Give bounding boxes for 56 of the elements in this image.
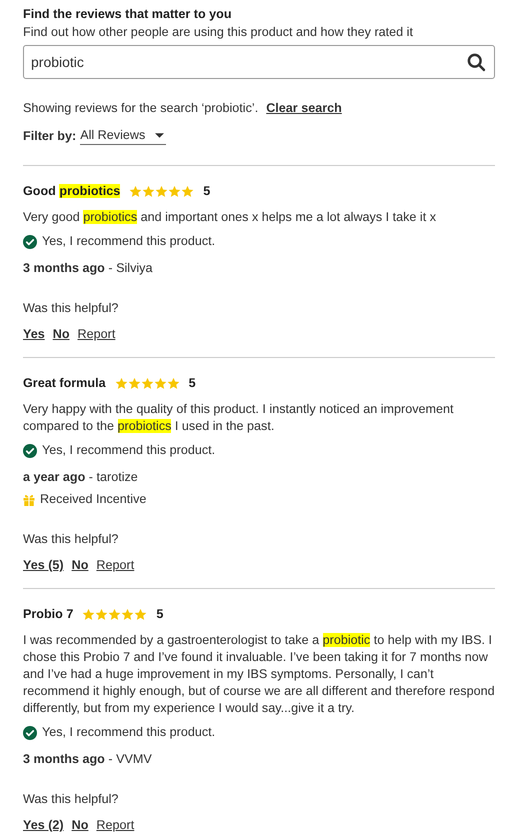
- star-icon: [154, 376, 167, 390]
- review-text: I was recommended by a gastroenterologist to take a probiotic to help with my IBS. I chose this Probio 7 and I’ve found it invaluable. I’ve been taking it for 7 months now and I’ve had a huge improvement in my IBS symptoms. Personally, I can’t recommend it highly enough, but of course we are all different and therefore respond differently, but from my experience I would say...give it a try.: [23, 632, 495, 717]
- helpful-prompt: Was this helpful?: [23, 791, 120, 808]
- gift-icon: [23, 494, 35, 506]
- star-icon: [155, 184, 168, 198]
- check-circle-icon: [23, 444, 37, 458]
- vote-link[interactable]: No: [72, 557, 88, 574]
- review-text: Very happy with the quality of this product. I instantly noticed an improvement compared to the probiotics I used in the past.: [23, 401, 455, 435]
- star-icon: [108, 608, 122, 620]
- star-icon: [82, 608, 96, 620]
- review-title: Probio 7: [23, 606, 74, 623]
- section-heading: Find the reviews that matter to you: [23, 6, 233, 23]
- helpful-prompt: Was this helpful?: [23, 531, 120, 548]
- star-icon: [168, 184, 182, 198]
- recommend-text: Yes, I recommend this product.: [42, 724, 216, 741]
- vote-link[interactable]: Yes (2): [23, 817, 64, 834]
- search-status-text: Showing reviews for the search ‘probiotic’.: [23, 100, 258, 117]
- report-link[interactable]: Report: [78, 326, 116, 343]
- star-icon: [181, 184, 194, 198]
- recommend-text: Yes, I recommend this product.: [42, 442, 216, 459]
- vote-link[interactable]: No: [52, 326, 70, 343]
- rating-value: 5: [203, 184, 210, 198]
- star-icon: [95, 608, 108, 620]
- vote-link[interactable]: No: [72, 817, 88, 834]
- filter-dropdown[interactable]: All Reviews: [80, 127, 166, 145]
- check-circle-icon: [23, 234, 37, 248]
- check-circle-icon: [23, 726, 37, 740]
- review-meta: 3 months ago - Silviya: [23, 260, 154, 277]
- star-icon: [134, 608, 148, 620]
- section-subtitle: Find out how other people are using this product and how they rated it: [23, 24, 414, 41]
- star-icon: [129, 184, 142, 198]
- star-icon: [142, 184, 156, 198]
- star-icon: [128, 376, 141, 390]
- search-icon[interactable]: [466, 52, 486, 72]
- clear-search-link[interactable]: Clear search: [266, 100, 342, 117]
- star-icon: [121, 608, 134, 620]
- review-title: Great formula: [23, 375, 106, 392]
- review-meta: a year ago - tarotize: [23, 469, 139, 486]
- vote-link[interactable]: Yes (5): [23, 557, 64, 574]
- review-meta: 3 months ago - VVMV: [23, 751, 153, 768]
- rating-value: 5: [156, 607, 164, 621]
- report-link[interactable]: Report: [96, 557, 134, 574]
- caret-icon: [155, 133, 164, 138]
- rating-value: 5: [188, 376, 196, 390]
- report-link[interactable]: Report: [96, 817, 134, 834]
- search-field[interactable]: probiotic: [23, 45, 495, 79]
- recommend-text: Yes, I recommend this product.: [42, 233, 216, 250]
- filter-label: Filter by:: [23, 128, 76, 144]
- star-icon: [114, 376, 128, 390]
- review-text: Very good probiotics and important ones x helps me a lot always I take it x: [23, 209, 438, 226]
- star-icon: [166, 376, 180, 390]
- helpful-prompt: Was this helpful?: [23, 300, 120, 317]
- incentive-label: Received Incentive: [40, 491, 146, 508]
- review-title: Good probiotics: [23, 183, 120, 200]
- star-icon: [140, 376, 154, 390]
- vote-link[interactable]: Yes: [23, 326, 45, 343]
